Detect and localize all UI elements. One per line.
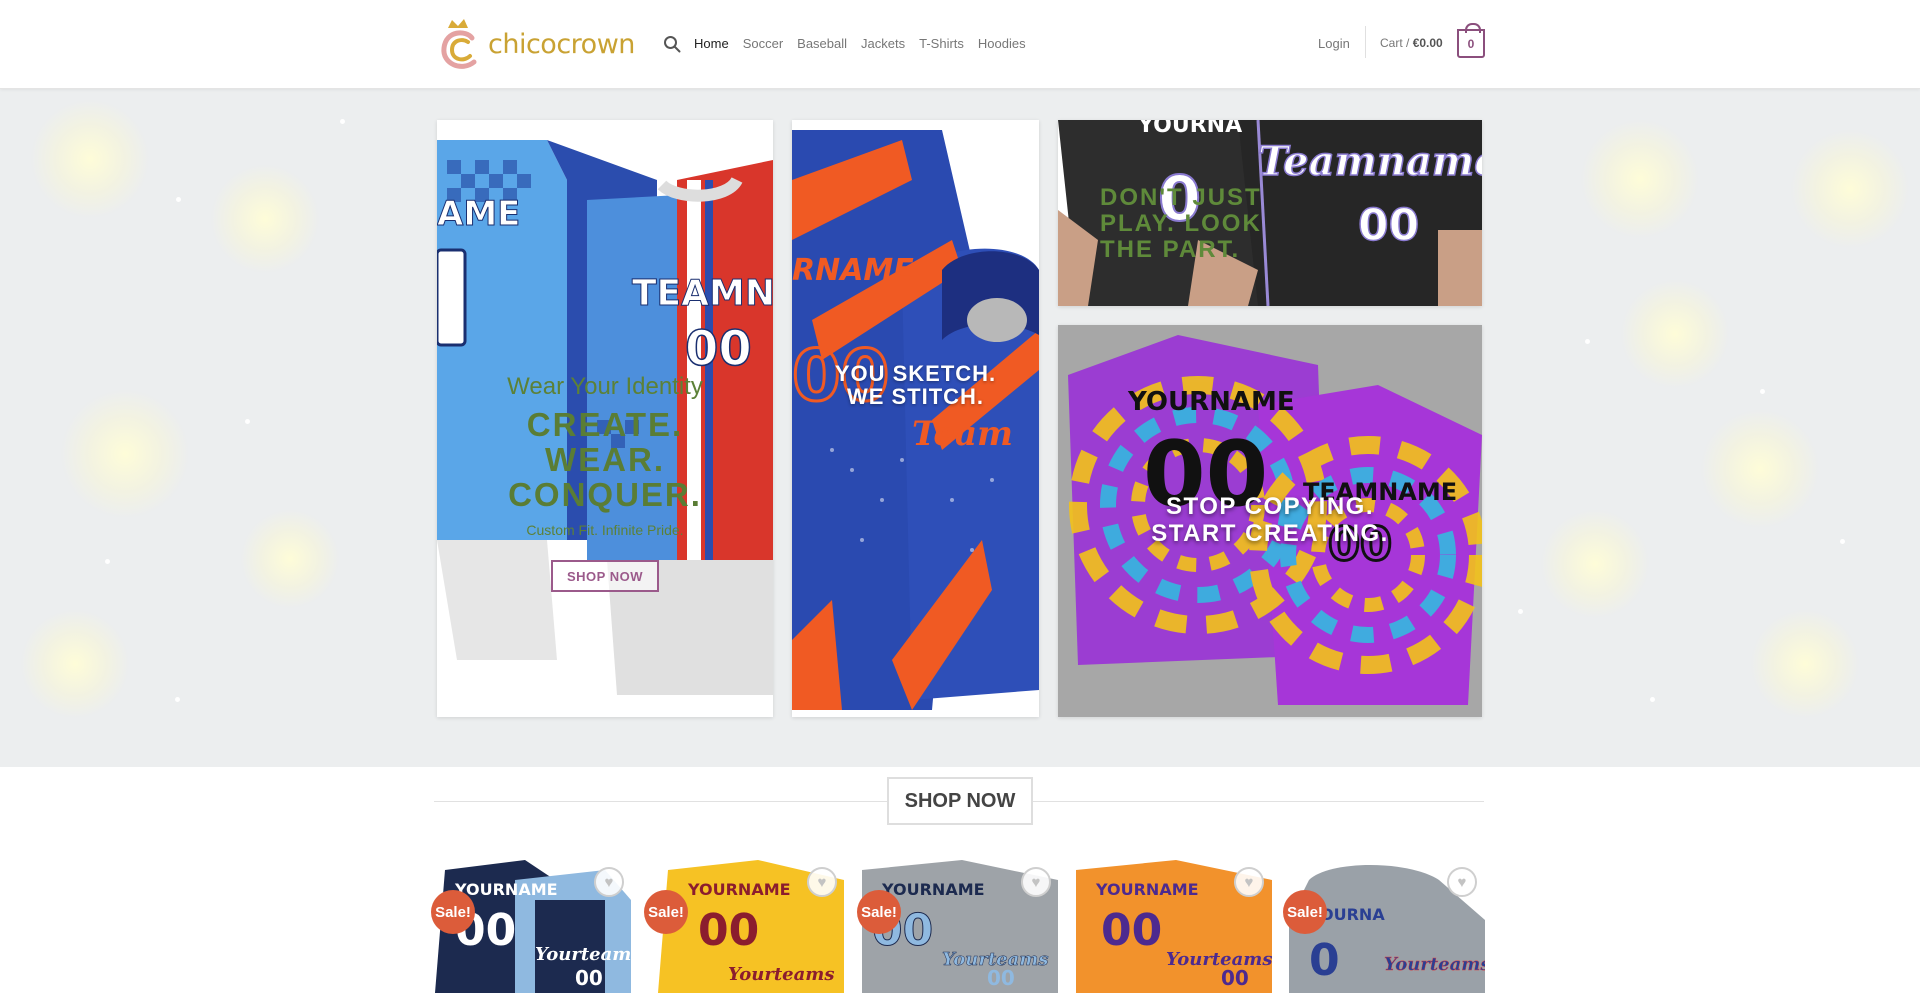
hero-tile-start-creating[interactable]: YOURNAME 00 TEAMNAME 00 STOP COPYING. ST…	[1058, 325, 1482, 717]
svg-text:00: 00	[575, 966, 603, 990]
svg-text:Yourteams: Yourteams	[1384, 954, 1485, 975]
header-divider	[1365, 26, 1366, 58]
hero-subline: Custom Fit. Infinite Pride.	[526, 522, 684, 538]
svg-text:Team: Team	[912, 414, 1013, 454]
headline-create: CREATE.	[526, 406, 684, 443]
svg-text:YOURNAME: YOURNAME	[1127, 387, 1295, 417]
svg-text:Yourteams: Yourteams	[728, 964, 834, 985]
nav-soccer[interactable]: Soccer	[743, 36, 783, 51]
tile4-line-1: STOP COPYING.	[1166, 493, 1374, 520]
wishlist-heart-icon[interactable]: ♥	[1021, 867, 1051, 897]
svg-text:YOURNAME: YOURNAME	[1095, 880, 1199, 899]
sale-badge: Sale!	[644, 890, 688, 934]
tile2-line-2: WE STITCH.	[846, 384, 985, 409]
svg-text:Yourteams: Yourteams	[1166, 949, 1272, 970]
headline-wear: WEAR.	[545, 441, 665, 478]
search-icon[interactable]	[663, 35, 681, 53]
svg-text:YOURNAME: YOURNAME	[881, 880, 985, 899]
nav-hoodies[interactable]: Hoodies	[978, 36, 1026, 51]
wishlist-heart-icon[interactable]: ♥	[1447, 867, 1477, 897]
hero-headline: CREATE. WEAR. CONQUER.	[437, 407, 773, 512]
tile2-line-1: YOU SKETCH.	[834, 361, 997, 386]
svg-text:Yourteams: Yourteams	[535, 944, 631, 965]
tile3-line-2: PLAY. LOOK	[1100, 210, 1262, 237]
hero-tile-sketch[interactable]: RNAME 00 Team YOU SKETCH. WE STITCH.	[792, 120, 1039, 717]
brand-name: chicocrown	[488, 28, 635, 60]
tile3-headline: DON'T JUST PLAY. LOOK THE PART.	[1100, 185, 1262, 263]
nav-home[interactable]: Home	[694, 36, 729, 51]
svg-text:RNAME: RNAME	[792, 253, 914, 288]
hero-tile-look-the-part[interactable]: YOURNA 0 Teamname 00 DON'T JUST PLAY. LO…	[1058, 120, 1482, 306]
svg-text:YOURNAME: YOURNAME	[687, 880, 791, 899]
wishlist-heart-icon[interactable]: ♥	[594, 867, 624, 897]
svg-text:YOURNA: YOURNA	[1137, 120, 1242, 138]
brand-logo[interactable]: chicocrown	[438, 16, 635, 72]
svg-text:TEAMNAM: TEAMNAM	[632, 273, 773, 314]
svg-text:Teamname: Teamname	[1258, 138, 1482, 185]
svg-text:00: 00	[685, 321, 752, 377]
headline-conquer: CONQUER.	[508, 476, 702, 513]
sale-badge: Sale!	[1283, 890, 1327, 934]
sale-badge: Sale!	[431, 890, 475, 934]
hero-tile-create[interactable]: AME TEAMNAM 00 Wear Your Identity CREATE…	[437, 120, 773, 717]
crown-logo-icon	[441, 19, 477, 69]
tile3-line-1: DON'T JUST	[1100, 184, 1262, 211]
svg-text:00: 00	[698, 905, 759, 956]
svg-text:YOURNAME: YOURNAME	[454, 880, 558, 899]
login-link[interactable]: Login	[1318, 36, 1350, 51]
wishlist-heart-icon[interactable]: ♥	[807, 867, 837, 897]
svg-text:00: 00	[1358, 200, 1419, 251]
shop-now-heading: SHOP NOW	[887, 777, 1033, 825]
tile4-headline: STOP COPYING. START CREATING.	[1058, 493, 1482, 547]
hero-tagline: Wear Your Identity	[507, 373, 703, 400]
svg-text:0: 0	[1309, 935, 1340, 986]
sale-badge: Sale!	[857, 890, 901, 934]
svg-text:AME: AME	[437, 194, 520, 234]
hero-shop-now-button[interactable]: SHOP NOW	[551, 560, 659, 592]
cart-link[interactable]: Cart / €0.00	[1380, 36, 1443, 50]
nav-jackets[interactable]: Jackets	[861, 36, 905, 51]
wishlist-heart-icon[interactable]: ♥	[1234, 867, 1264, 897]
nav-baseball[interactable]: Baseball	[797, 36, 847, 51]
cart-label: Cart /	[1380, 36, 1410, 50]
svg-text:00: 00	[1101, 905, 1162, 956]
tile4-line-2: START CREATING.	[1151, 520, 1389, 547]
nav-tshirts[interactable]: T-Shirts	[919, 36, 964, 51]
hero-section: AME TEAMNAM 00 Wear Your Identity CREATE…	[0, 89, 1920, 767]
svg-text:00: 00	[987, 966, 1015, 990]
tile2-headline: YOU SKETCH. WE STITCH.	[792, 362, 1039, 408]
tile3-line-3: THE PART.	[1100, 236, 1241, 263]
cart-count-icon[interactable]: 0	[1457, 23, 1485, 58]
main-nav: Home Soccer Baseball Jackets T-Shirts Ho…	[694, 36, 1040, 51]
hoodie-image: RNAME 00 Team	[792, 120, 1039, 717]
svg-text:00: 00	[1221, 966, 1249, 990]
site-header: chicocrown Home Soccer Baseball Jackets …	[0, 0, 1920, 89]
cart-total: €0.00	[1412, 36, 1443, 50]
